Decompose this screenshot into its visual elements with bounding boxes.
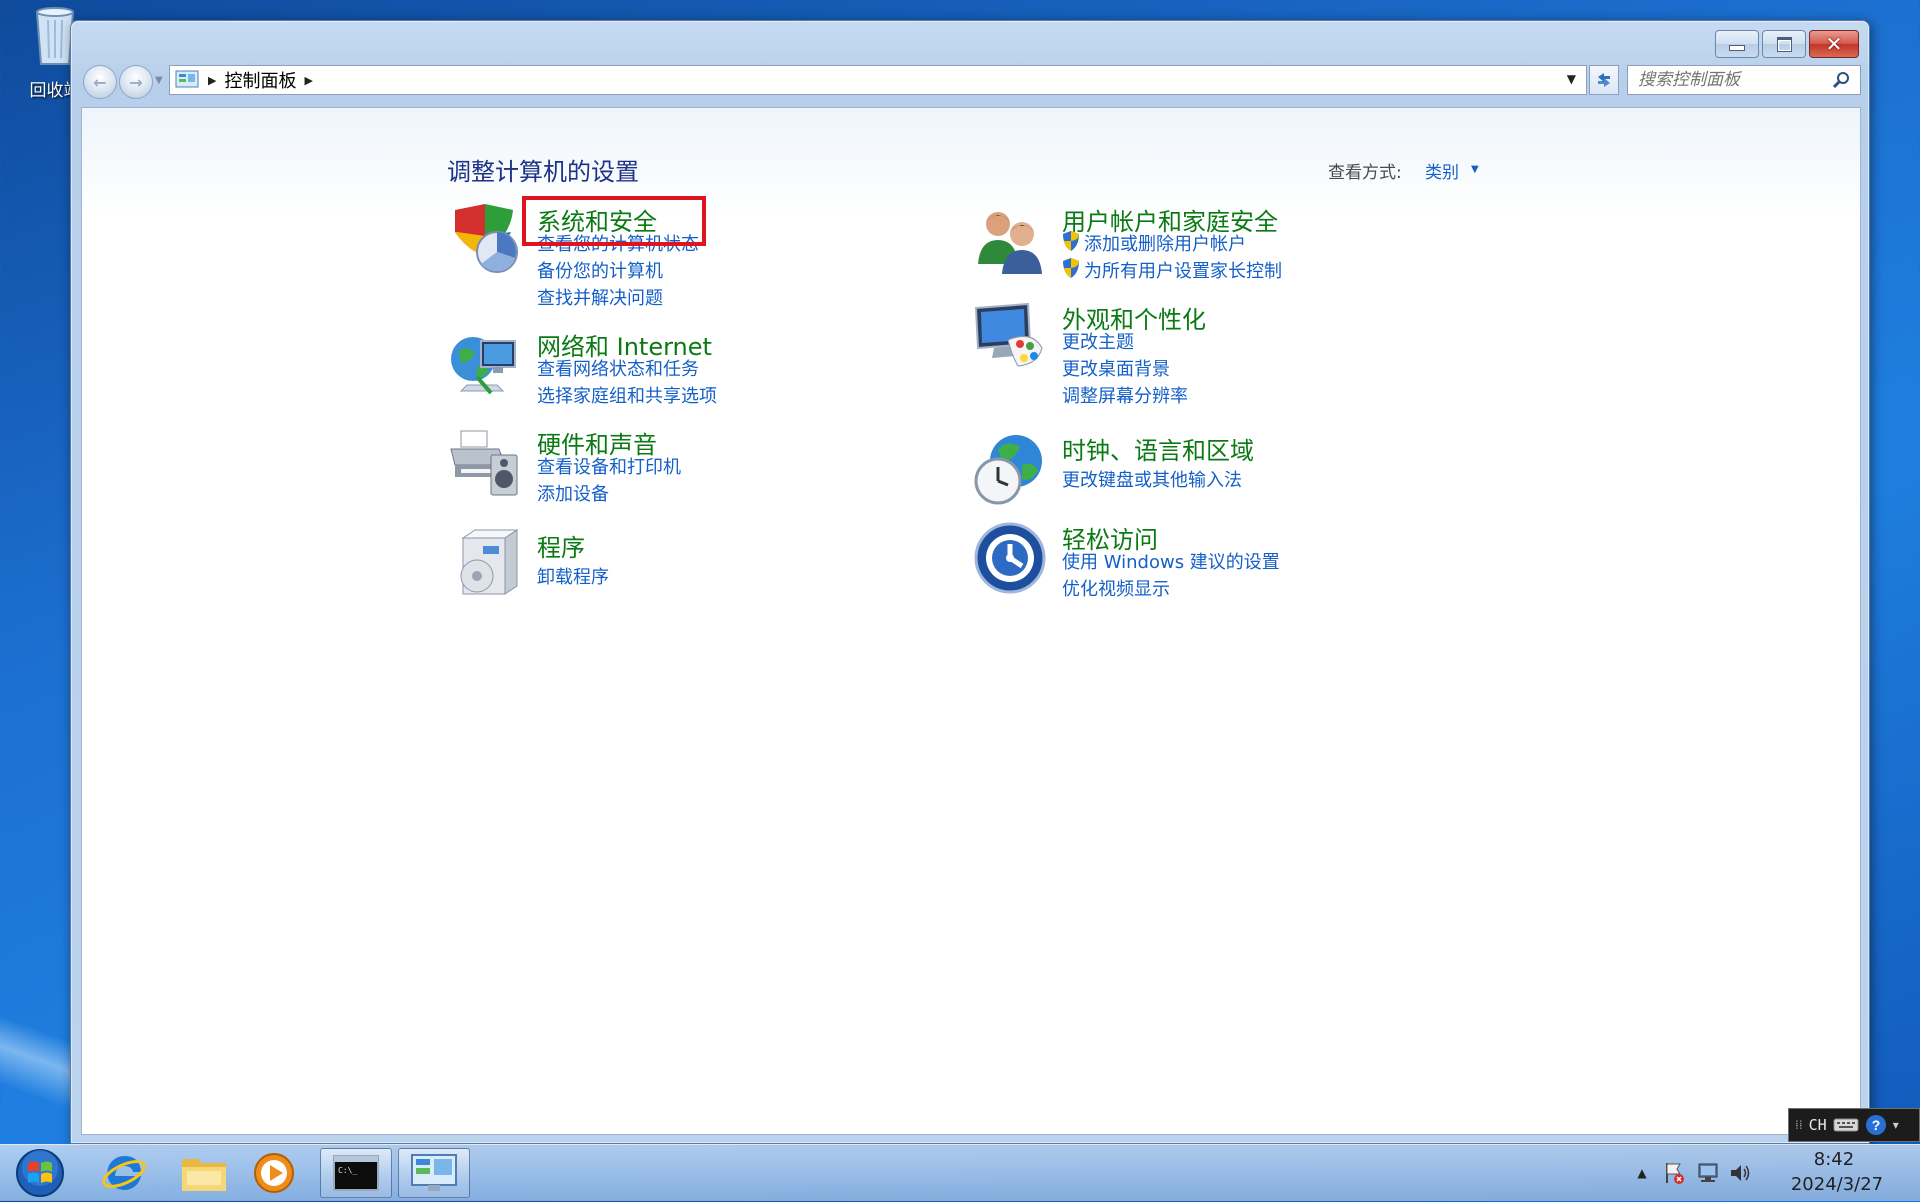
- help-icon[interactable]: ?: [1865, 1114, 1887, 1136]
- link-windows-recommended-settings[interactable]: 使用 Windows 建议的设置: [1062, 548, 1280, 574]
- keyboard-icon[interactable]: [1833, 1117, 1859, 1133]
- back-arrow-icon: ←: [93, 72, 107, 92]
- address-bar[interactable]: ▶ 控制面板 ▶ ▼: [169, 65, 1587, 95]
- search-input[interactable]: [1636, 69, 1830, 91]
- caption-buttons: ✕: [1715, 30, 1859, 58]
- link-uninstall-program[interactable]: 卸载程序: [537, 563, 609, 589]
- taskbar-media-player[interactable]: [238, 1148, 310, 1198]
- link-homegroup-sharing[interactable]: 选择家庭组和共享选项: [537, 382, 717, 408]
- forward-arrow-icon: →: [129, 72, 143, 92]
- maximize-button[interactable]: [1762, 30, 1806, 58]
- link-parental-controls[interactable]: 为所有用户设置家长控制: [1084, 257, 1282, 283]
- refresh-button[interactable]: [1589, 65, 1619, 95]
- show-hidden-icons-icon[interactable]: ▲: [1630, 1161, 1654, 1185]
- shield-pie-chart-icon[interactable]: [447, 202, 523, 278]
- uac-shield-icon: [1063, 231, 1079, 251]
- recent-pages-dropdown[interactable]: ▼: [155, 75, 163, 86]
- maximize-icon: [1776, 36, 1792, 52]
- address-history-dropdown[interactable]: ▼: [1567, 72, 1576, 86]
- link-devices-printers[interactable]: 查看设备和打印机: [537, 453, 681, 479]
- search-box[interactable]: [1627, 65, 1861, 95]
- control-panel-icon: [411, 1154, 457, 1191]
- system-tray: ▲ 8:42 2024/3/27: [1620, 1145, 1920, 1201]
- programs-box-icon[interactable]: [447, 528, 523, 604]
- explorer-folder-icon: [182, 1159, 226, 1191]
- highlight-annotation-box: [522, 196, 706, 246]
- link-change-theme[interactable]: 更改主题: [1062, 328, 1134, 354]
- link-optimize-display[interactable]: 优化视频显示: [1062, 575, 1170, 601]
- taskbar: C:\_ ▲ 8:42 2024/3/27: [0, 1144, 1920, 1201]
- internet-explorer-icon: [102, 1156, 146, 1190]
- link-backup-computer[interactable]: 备份您的计算机: [537, 257, 663, 283]
- navigation-bar: ← → ▼ ▶ 控制面板 ▶ ▼: [81, 63, 1861, 103]
- content-area: 调整计算机的设置 查看方式: 类别 ▼ 系统和安全 查看您的计算机状态 备份您的…: [81, 107, 1861, 1135]
- link-change-keyboard[interactable]: 更改键盘或其他输入法: [1062, 466, 1242, 492]
- taskbar-windows-explorer[interactable]: [168, 1148, 240, 1198]
- language-bar[interactable]: ⁞⁞ CH ? ▾: [1788, 1108, 1920, 1142]
- forward-button[interactable]: →: [119, 65, 153, 99]
- language-indicator[interactable]: CH: [1809, 1116, 1827, 1134]
- clock-date[interactable]: 2024/3/27: [1777, 1174, 1897, 1195]
- search-icon[interactable]: [1830, 68, 1854, 92]
- link-network-status[interactable]: 查看网络状态和任务: [537, 355, 699, 381]
- link-add-device[interactable]: 添加设备: [537, 480, 609, 506]
- close-icon: ✕: [1825, 32, 1843, 56]
- view-by-label: 查看方式:: [1328, 163, 1402, 183]
- language-bar-grip-icon: ⁞⁞: [1795, 1118, 1803, 1132]
- control-panel-small-icon: [174, 70, 200, 90]
- link-screen-resolution[interactable]: 调整屏幕分辨率: [1062, 382, 1188, 408]
- svg-text:C:\_: C:\_: [338, 1166, 357, 1175]
- breadcrumb-separator-icon[interactable]: ▶: [208, 74, 216, 87]
- users-icon[interactable]: [972, 202, 1048, 278]
- close-button[interactable]: ✕: [1809, 30, 1859, 58]
- printer-speaker-icon[interactable]: [447, 425, 523, 501]
- minimize-button[interactable]: [1715, 30, 1759, 58]
- category-title-clock-language-region[interactable]: 时钟、语言和区域: [1062, 431, 1254, 466]
- taskbar-command-prompt[interactable]: C:\_: [320, 1148, 392, 1198]
- page-title: 调整计算机的设置: [447, 158, 639, 186]
- control-panel-window: ✕ ← → ▼ ▶ 控制面板 ▶ ▼ 搜索控制面板 调整计算机的设置 查看方式:…: [70, 20, 1870, 1144]
- link-troubleshoot[interactable]: 查找并解决问题: [537, 284, 663, 310]
- volume-icon[interactable]: [1728, 1161, 1752, 1185]
- link-desktop-background[interactable]: 更改桌面背景: [1062, 355, 1170, 381]
- link-add-remove-accounts[interactable]: 添加或删除用户帐户: [1084, 230, 1246, 256]
- clock-time[interactable]: 8:42: [1779, 1149, 1889, 1170]
- monitor-palette-icon[interactable]: [972, 300, 1048, 376]
- category-title-programs[interactable]: 程序: [537, 528, 585, 563]
- action-center-flag-icon[interactable]: [1662, 1161, 1686, 1185]
- uac-shield-icon: [1063, 258, 1079, 278]
- clock-globe-icon[interactable]: [972, 431, 1048, 507]
- windows-start-orb-icon: [16, 1149, 64, 1197]
- network-globe-icon[interactable]: [447, 327, 523, 403]
- breadcrumb-control-panel[interactable]: 控制面板: [224, 67, 296, 93]
- svg-text:?: ?: [1871, 1117, 1880, 1133]
- ease-of-access-icon[interactable]: [972, 520, 1048, 596]
- refresh-icon: [1598, 73, 1610, 87]
- media-player-icon: [254, 1153, 294, 1193]
- taskbar-control-panel[interactable]: [398, 1148, 470, 1198]
- view-by-dropdown[interactable]: 类别: [1425, 158, 1459, 183]
- start-button[interactable]: [12, 1148, 68, 1198]
- view-by-caret-icon[interactable]: ▼: [1471, 164, 1479, 175]
- breadcrumb-expand-icon[interactable]: ▶: [304, 74, 312, 87]
- network-tray-icon[interactable]: [1696, 1161, 1720, 1185]
- command-prompt-icon: C:\_: [333, 1155, 379, 1191]
- language-bar-options-icon[interactable]: ▾: [1893, 1118, 1899, 1132]
- taskbar-internet-explorer[interactable]: [88, 1148, 160, 1198]
- minimize-icon: [1729, 45, 1745, 51]
- back-button[interactable]: ←: [83, 65, 117, 99]
